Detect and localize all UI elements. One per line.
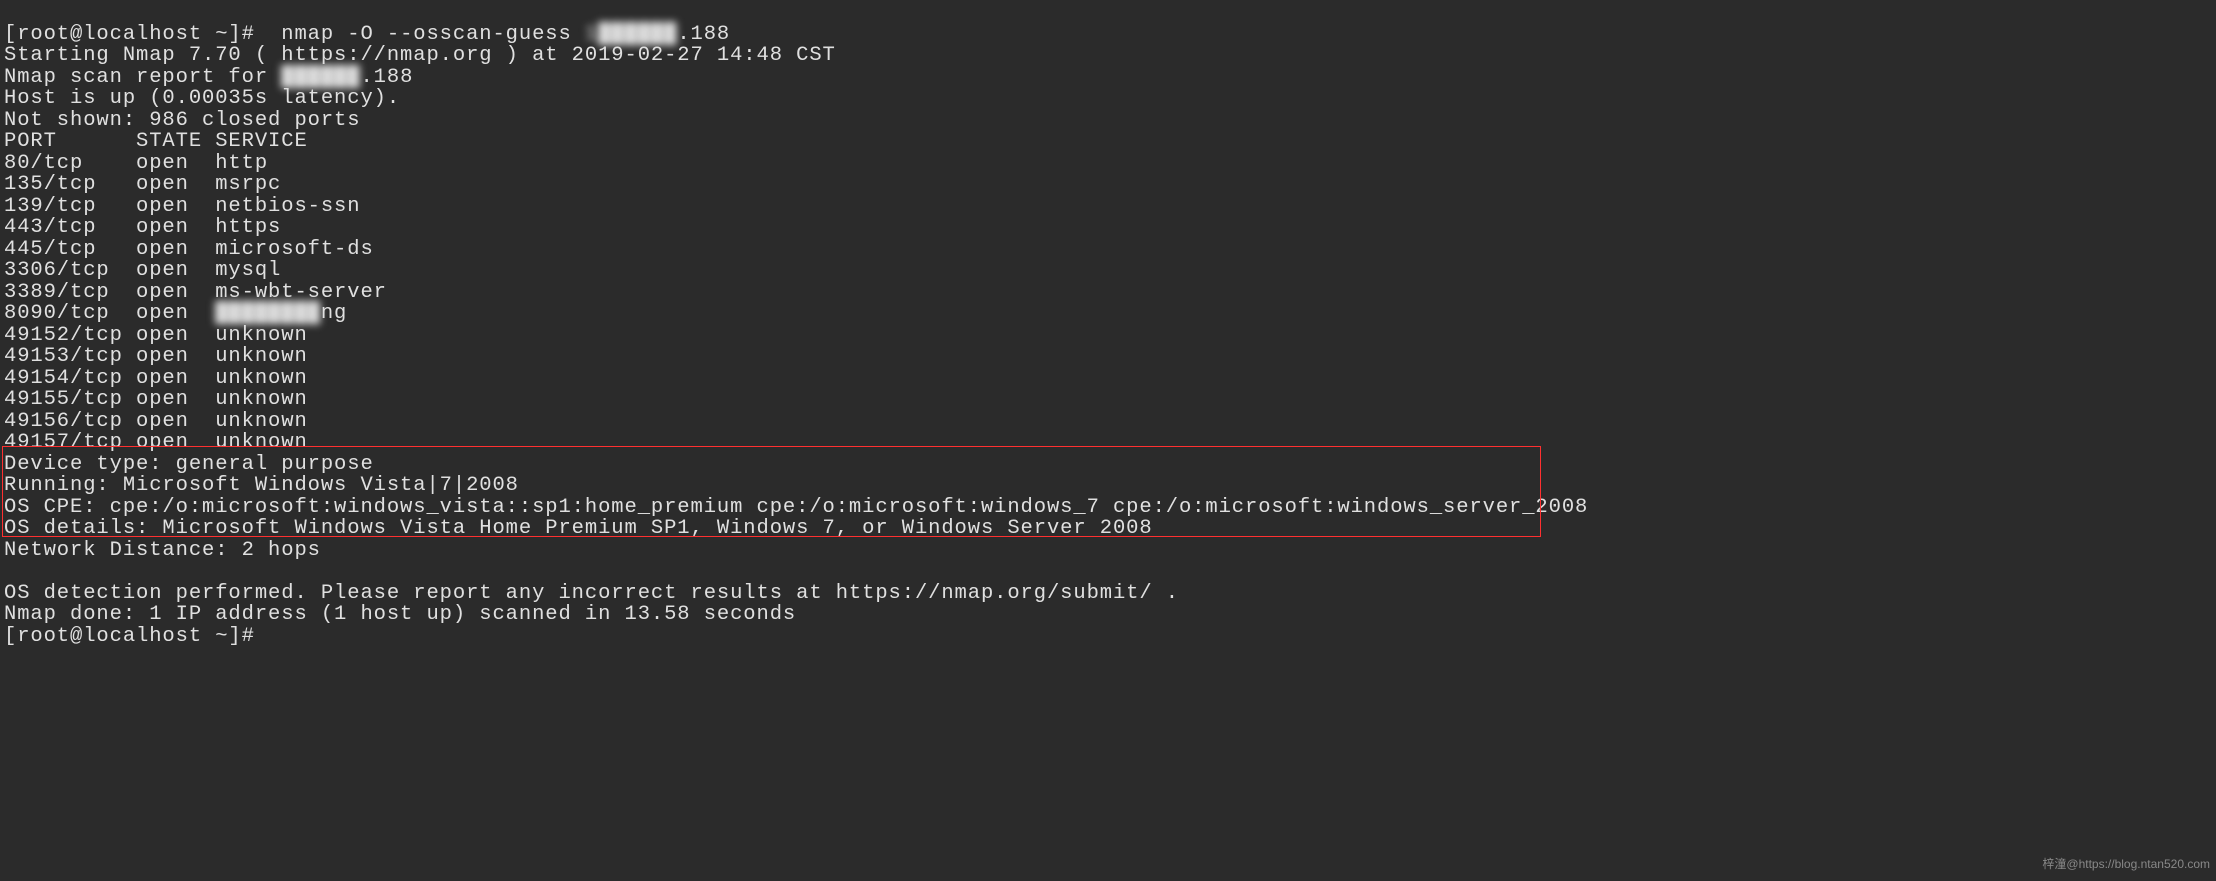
port-8090-suffix: ng [321, 302, 347, 325]
port-8090-prefix: 8090/tcp open [4, 302, 215, 325]
port-row: 139/tcp open netbios-ssn [4, 195, 360, 218]
host-up: Host is up (0.00035s latency). [4, 87, 400, 110]
os-cpe: OS CPE: cpe:/o:microsoft:windows_vista::… [4, 496, 1588, 519]
port-row: 445/tcp open microsoft-ds [4, 238, 374, 261]
prompt: [root@localhost ~]# [4, 23, 255, 46]
nmap-done: Nmap done: 1 IP address (1 host up) scan… [4, 603, 796, 626]
port-row: 49152/tcp open unknown [4, 324, 308, 347]
scan-report-prefix: Nmap scan report for [4, 66, 281, 89]
scan-report-ip-blur: ██████ [281, 66, 360, 89]
network-distance: Network Distance: 2 hops [4, 539, 321, 562]
port-row: 3389/tcp open ms-wbt-server [4, 281, 387, 304]
command: nmap -O --osscan-guess [255, 23, 585, 46]
not-shown: Not shown: 986 closed ports [4, 109, 360, 132]
device-type: Device type: general purpose [4, 453, 374, 476]
target-ip-suffix: .188 [677, 23, 730, 46]
port-row: 135/tcp open msrpc [4, 173, 281, 196]
watermark: 梓潼@https://blog.ntan520.com [2042, 854, 2210, 876]
start-line: Starting Nmap 7.70 ( https://nmap.org ) … [4, 44, 836, 67]
port-row: 49156/tcp open unknown [4, 410, 308, 433]
port-row: 443/tcp open https [4, 216, 281, 239]
port-row: 49154/tcp open unknown [4, 367, 308, 390]
port-row: 49155/tcp open unknown [4, 388, 308, 411]
prompt: [root@localhost ~]# [4, 625, 255, 648]
running: Running: Microsoft Windows Vista|7|2008 [4, 474, 519, 497]
scan-report-ip-suffix: .188 [360, 66, 413, 89]
ports-header: PORT STATE SERVICE [4, 130, 308, 153]
port-row: 49157/tcp open unknown [4, 431, 308, 454]
port-row: 3306/tcp open mysql [4, 259, 281, 282]
port-row: 49153/tcp open unknown [4, 345, 308, 368]
port-row: 80/tcp open http [4, 152, 268, 175]
target-ip-blur: 1██████ [585, 23, 677, 46]
os-details: OS details: Microsoft Windows Vista Home… [4, 517, 1153, 540]
terminal-output: [root@localhost ~]# nmap -O --osscan-gue… [0, 0, 2216, 881]
port-8090-blur: ████████ [215, 302, 321, 325]
os-detection: OS detection performed. Please report an… [4, 582, 1179, 605]
